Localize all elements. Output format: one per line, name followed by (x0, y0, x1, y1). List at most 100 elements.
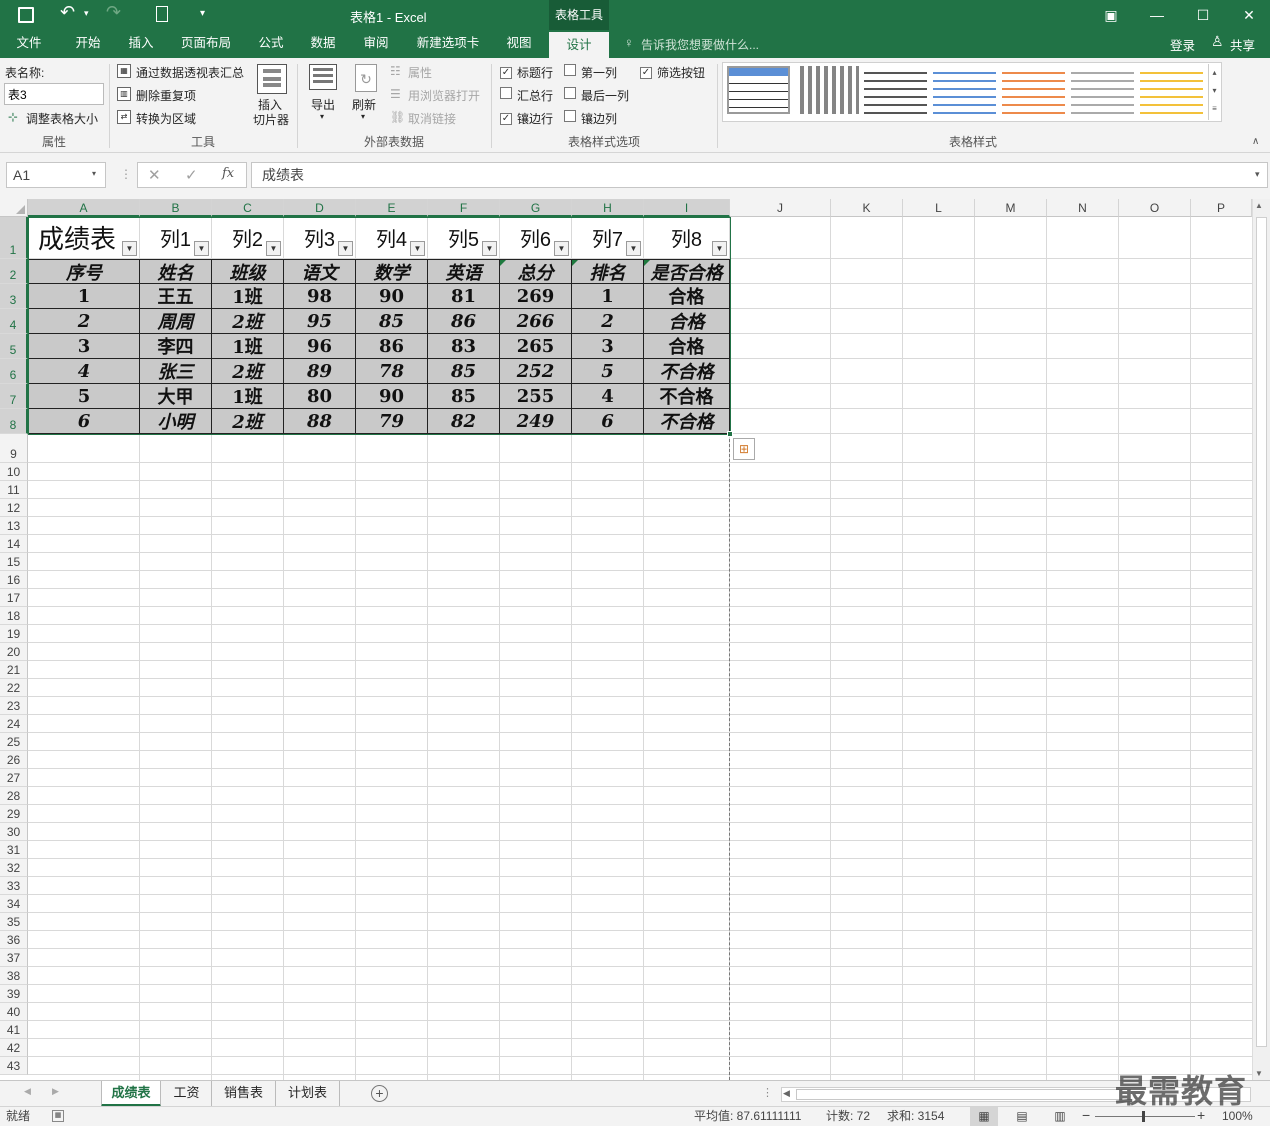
error-indicator-icon[interactable] (572, 260, 578, 266)
row-header-2[interactable]: 2 (0, 259, 28, 284)
name-box[interactable]: A1 (6, 162, 106, 188)
table-header-cell[interactable]: 列6 ▼ (500, 217, 572, 259)
table-cell[interactable]: 252 (500, 359, 572, 384)
next-sheet-icon[interactable]: ▶ (52, 1086, 59, 1097)
expand-formula-icon[interactable]: ▾ (1255, 169, 1260, 180)
table-cell[interactable]: 83 (428, 334, 500, 359)
table-cell[interactable]: 合格 (644, 309, 730, 334)
column-header-c[interactable]: C (212, 199, 284, 217)
page-break-view-icon[interactable]: ▥ (1051, 1107, 1069, 1126)
close-button[interactable]: ✕ (1226, 0, 1270, 30)
macro-record-icon[interactable]: ▦ (52, 1110, 64, 1122)
tab-home[interactable]: 开始 (66, 30, 110, 58)
row-header-25[interactable]: 25 (0, 733, 28, 751)
row-header-40[interactable]: 40 (0, 1003, 28, 1021)
filter-dropdown-icon[interactable]: ▼ (338, 241, 353, 256)
table-cell[interactable]: 6 (572, 409, 644, 434)
row-header-17[interactable]: 17 (0, 589, 28, 607)
table-cell[interactable]: 王五 (140, 284, 212, 309)
table-cell[interactable]: 78 (356, 359, 428, 384)
table-cell[interactable]: 大甲 (140, 384, 212, 409)
row-header-29[interactable]: 29 (0, 805, 28, 823)
column-header-n[interactable]: N (1047, 199, 1119, 217)
table-header-cell[interactable]: 列3 ▼ (284, 217, 356, 259)
column-header-k[interactable]: K (831, 199, 903, 217)
row-header-37[interactable]: 37 (0, 949, 28, 967)
filter-dropdown-icon[interactable]: ▼ (410, 241, 425, 256)
quick-analysis-icon[interactable]: ⊞ (733, 438, 755, 460)
sign-in-link[interactable]: 登录 (1170, 35, 1195, 54)
row-header-5[interactable]: 5 (0, 334, 28, 359)
row-header-12[interactable]: 12 (0, 499, 28, 517)
export-icon[interactable] (309, 64, 337, 90)
row-header-11[interactable]: 11 (0, 481, 28, 499)
table-cell[interactable]: 1 (572, 284, 644, 309)
sheet-tab-scores[interactable]: 成绩表 (101, 1081, 161, 1107)
table-cell[interactable]: 排名 (572, 259, 644, 284)
row-header-6[interactable]: 6 (0, 359, 28, 384)
table-cell[interactable]: 2 (28, 309, 140, 334)
table-style-option[interactable] (796, 66, 859, 114)
row-header-9[interactable]: 9 (0, 434, 28, 463)
table-cell[interactable]: 88 (284, 409, 356, 434)
row-header-19[interactable]: 19 (0, 625, 28, 643)
table-cell[interactable]: 2 (572, 309, 644, 334)
name-box-dropdown-icon[interactable]: ▾ (92, 169, 96, 178)
row-header-23[interactable]: 23 (0, 697, 28, 715)
column-header-i[interactable]: I (644, 199, 730, 217)
table-cell[interactable]: 2班 (212, 359, 284, 384)
last-column-checkbox[interactable] (564, 87, 576, 102)
row-header-34[interactable]: 34 (0, 895, 28, 913)
table-cell[interactable]: 1班 (212, 284, 284, 309)
table-cell[interactable]: 周周 (140, 309, 212, 334)
table-header-cell[interactable]: 列2 ▼ (212, 217, 284, 259)
table-header-cell[interactable]: 成绩表 ▼ (28, 217, 140, 259)
table-cell[interactable]: 269 (500, 284, 572, 309)
collapse-ribbon-icon[interactable]: ∧ (1252, 136, 1259, 147)
table-header-cell[interactable]: 列4 ▼ (356, 217, 428, 259)
enter-icon[interactable]: ✓ (185, 166, 198, 184)
tab-view[interactable]: 视图 (498, 30, 540, 58)
row-header-26[interactable]: 26 (0, 751, 28, 769)
filter-dropdown-icon[interactable]: ▼ (554, 241, 569, 256)
export-dropdown-icon[interactable]: ▾ (320, 112, 324, 121)
table-cell[interactable]: 81 (428, 284, 500, 309)
row-header-38[interactable]: 38 (0, 967, 28, 985)
tell-me-search[interactable]: 告诉我您想要做什么... (641, 36, 759, 53)
table-cell[interactable]: 数学 (356, 259, 428, 284)
filter-dropdown-icon[interactable]: ▼ (482, 241, 497, 256)
tab-file[interactable]: 文件 (10, 30, 48, 58)
zoom-slider-thumb[interactable] (1142, 1111, 1145, 1122)
table-name-input[interactable] (4, 83, 104, 105)
tab-page-layout[interactable]: 页面布局 (176, 30, 236, 58)
row-header-39[interactable]: 39 (0, 985, 28, 1003)
slicer-icon[interactable] (257, 64, 287, 94)
row-header-3[interactable]: 3 (0, 284, 28, 309)
row-header-15[interactable]: 15 (0, 553, 28, 571)
row-header-43[interactable]: 43 (0, 1057, 28, 1075)
table-cell[interactable]: 1班 (212, 334, 284, 359)
undo-dropdown-icon[interactable]: ▾ (84, 8, 89, 19)
table-cell[interactable]: 不合格 (644, 359, 730, 384)
table-cell[interactable]: 1班 (212, 384, 284, 409)
scroll-down-icon[interactable]: ▼ (1255, 1069, 1263, 1078)
row-header-21[interactable]: 21 (0, 661, 28, 679)
add-sheet-icon[interactable]: + (371, 1085, 388, 1102)
table-cell[interactable]: 5 (28, 384, 140, 409)
table-cell[interactable]: 李四 (140, 334, 212, 359)
table-cell[interactable]: 85 (356, 309, 428, 334)
person-icon[interactable]: ♙ (1211, 33, 1224, 50)
banded-columns-checkbox[interactable] (564, 110, 576, 125)
row-header-13[interactable]: 13 (0, 517, 28, 535)
scroll-up-icon[interactable]: ▲ (1255, 201, 1263, 210)
customize-qat-icon[interactable]: ▾ (200, 8, 205, 19)
convert-to-range-button[interactable]: 转换为区域 (136, 110, 196, 127)
select-all-corner[interactable] (0, 199, 28, 217)
tab-split-grip[interactable]: ⋮ (762, 1086, 773, 1099)
refresh-dropdown-icon[interactable]: ▾ (361, 112, 365, 121)
table-style-selected[interactable] (727, 66, 790, 114)
total-row-checkbox[interactable] (500, 87, 512, 102)
table-cell[interactable]: 79 (356, 409, 428, 434)
ribbon-display-icon[interactable]: ▣ (1088, 0, 1134, 30)
row-header-35[interactable]: 35 (0, 913, 28, 931)
